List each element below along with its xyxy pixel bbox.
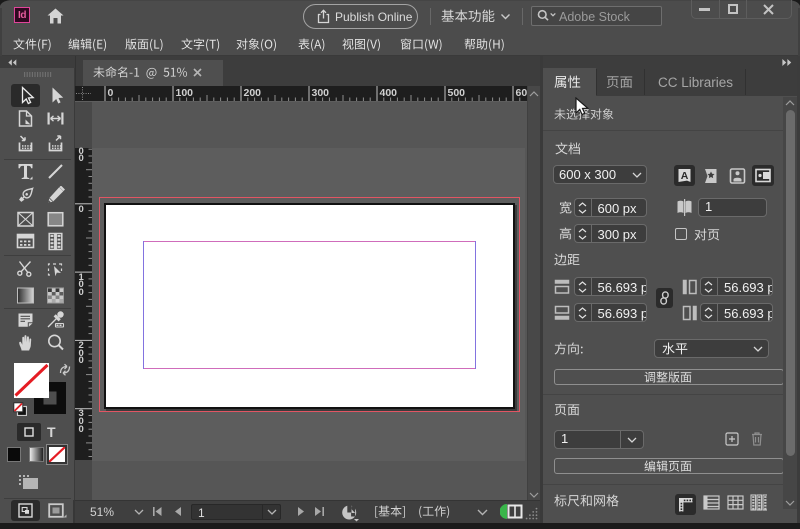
svg-text:A: A [681, 170, 689, 182]
